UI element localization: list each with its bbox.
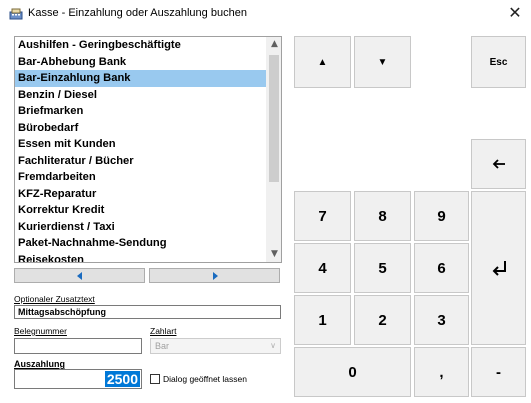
enter-button[interactable] <box>471 191 526 345</box>
list-item[interactable]: Korrektur Kredit <box>15 202 266 219</box>
amount-input[interactable]: 2500 <box>14 369 142 389</box>
auszahlung-label: Auszahlung <box>14 359 65 369</box>
amount-value: 2500 <box>104 371 140 387</box>
chevron-down-icon: ∨ <box>270 341 276 350</box>
key-5[interactable]: 5 <box>354 243 411 293</box>
key-9[interactable]: 9 <box>414 191 469 241</box>
zusatztext-input[interactable]: Mittagsabschöpfung <box>14 305 281 319</box>
key-1[interactable]: 1 <box>294 295 351 345</box>
scroll-up-icon[interactable]: ▲ <box>267 37 281 52</box>
list-item[interactable]: Essen mit Kunden <box>15 136 266 153</box>
scroll-thumb[interactable] <box>269 55 279 182</box>
zahlart-select[interactable]: Bar ∨ <box>150 338 281 354</box>
category-list[interactable]: Aushilfen - Geringbeschäftigte Bar-Abhebu… <box>14 36 282 263</box>
backspace-button[interactable] <box>471 139 526 189</box>
category-list-items: Aushilfen - Geringbeschäftigte Bar-Abhebu… <box>15 37 266 263</box>
up-button[interactable]: ▲ <box>294 36 351 88</box>
esc-button[interactable]: Esc <box>471 36 526 88</box>
zahlart-value: Bar <box>155 341 170 351</box>
zahlart-label: Zahlart <box>150 326 177 336</box>
list-item[interactable]: Paket-Nachnahme-Sendung <box>15 235 266 252</box>
list-item[interactable]: Reisekosten <box>15 252 266 263</box>
arrow-left-icon <box>76 271 82 280</box>
list-scrollbar[interactable]: ▲ ▼ <box>266 37 281 262</box>
window-title: Kasse - Einzahlung oder Auszahlung buche… <box>28 7 247 19</box>
arrow-left-icon <box>492 159 505 169</box>
belegnummer-label: Belegnummer <box>14 326 67 336</box>
next-button[interactable] <box>149 268 280 283</box>
title-bar: Kasse - Einzahlung oder Auszahlung buche… <box>0 0 531 28</box>
key-6[interactable]: 6 <box>414 243 469 293</box>
scroll-down-icon[interactable]: ▼ <box>267 247 281 262</box>
cash-register-icon <box>9 8 23 20</box>
down-button[interactable]: ▼ <box>354 36 411 88</box>
key-4[interactable]: 4 <box>294 243 351 293</box>
prev-button[interactable] <box>14 268 145 283</box>
enter-return-icon <box>492 261 506 276</box>
key-2[interactable]: 2 <box>354 295 411 345</box>
list-item[interactable]: Kurierdienst / Taxi <box>15 219 266 236</box>
close-button[interactable]: ✕ <box>505 3 525 23</box>
key-8[interactable]: 8 <box>354 191 411 241</box>
key-comma[interactable]: , <box>414 347 469 397</box>
list-item[interactable]: Bar-Einzahlung Bank <box>15 70 266 87</box>
key-minus[interactable]: - <box>471 347 526 397</box>
dialog-open-checkbox[interactable] <box>150 374 160 384</box>
key-0[interactable]: 0 <box>294 347 411 397</box>
list-item[interactable]: Fremdarbeiten <box>15 169 266 186</box>
list-item[interactable]: Fachliteratur / Bücher <box>15 153 266 170</box>
belegnummer-input[interactable] <box>14 338 142 354</box>
list-item[interactable]: Bar-Abhebung Bank <box>15 54 266 71</box>
key-7[interactable]: 7 <box>294 191 351 241</box>
arrow-right-icon <box>212 271 218 280</box>
list-item[interactable]: Bürobedarf <box>15 120 266 137</box>
key-3[interactable]: 3 <box>414 295 469 345</box>
list-item[interactable]: Aushilfen - Geringbeschäftigte <box>15 37 266 54</box>
zusatztext-label: Optionaler Zusatztext <box>14 294 95 304</box>
kasse-dialog: Kasse - Einzahlung oder Auszahlung buche… <box>0 0 531 403</box>
list-item[interactable]: Briefmarken <box>15 103 266 120</box>
dialog-open-label: Dialog geöffnet lassen <box>163 374 247 384</box>
list-item[interactable]: Benzin / Diesel <box>15 87 266 104</box>
list-item[interactable]: KFZ-Reparatur <box>15 186 266 203</box>
